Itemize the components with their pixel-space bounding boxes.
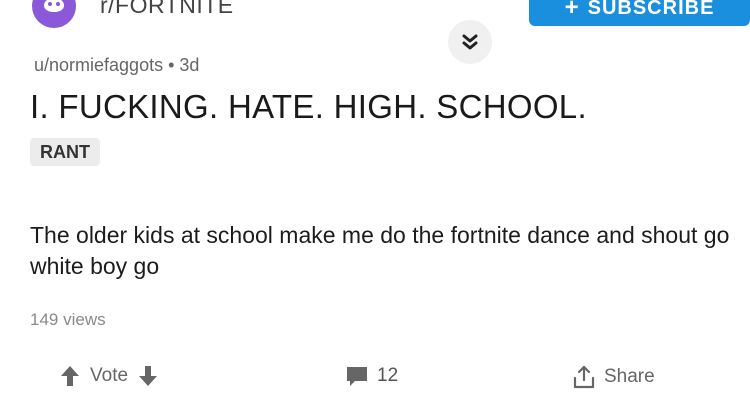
post-header: r/FORTNITE + SUBSCRIBE xyxy=(0,0,750,40)
share-icon xyxy=(573,365,595,389)
comment-bubble-icon xyxy=(347,367,367,386)
post-body: The older kids at school make me do the … xyxy=(30,222,730,279)
post-title: I. FUCKING. HATE. HIGH. SCHOOL. xyxy=(30,88,587,125)
vote-controls: Vote xyxy=(60,365,158,387)
subscribe-label: SUBSCRIBE xyxy=(587,0,715,19)
comments-button[interactable]: 12 xyxy=(345,365,398,387)
collapse-button[interactable] xyxy=(448,20,492,64)
plus-icon: + xyxy=(564,0,580,21)
downvote-arrow-icon[interactable] xyxy=(138,365,158,387)
comment-count: 12 xyxy=(377,365,399,386)
eye-right xyxy=(56,2,60,6)
robot-face-icon xyxy=(44,0,64,12)
view-count: 149 views xyxy=(30,310,106,329)
subscribe-button[interactable]: + SUBSCRIBE xyxy=(529,0,750,26)
post-meta: u/normiefaggots • 3d xyxy=(34,55,200,75)
upvote-arrow-icon[interactable] xyxy=(60,365,80,387)
vote-label: Vote xyxy=(90,365,129,386)
subreddit-avatar[interactable] xyxy=(32,0,76,28)
subreddit-name[interactable]: r/FORTNITE xyxy=(100,0,234,17)
action-bar: Vote 12 Share xyxy=(0,360,750,396)
flair-badge[interactable]: RANT xyxy=(30,138,100,166)
share-label: Share xyxy=(604,366,655,387)
chevrons-down-icon xyxy=(462,34,478,50)
eye-left xyxy=(48,2,52,6)
share-button[interactable]: Share xyxy=(572,365,655,389)
